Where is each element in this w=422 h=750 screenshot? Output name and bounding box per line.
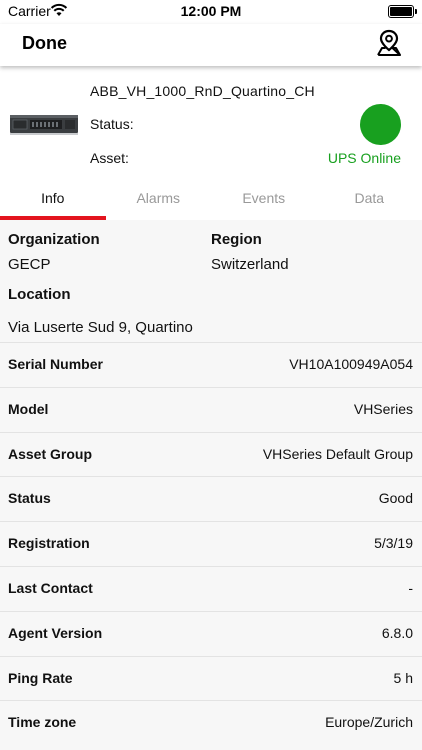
done-button[interactable]: Done xyxy=(22,33,67,54)
status-bar: Carrier 12:00 PM xyxy=(0,0,422,24)
row-value: Good xyxy=(378,490,413,507)
tab-bar: Info Alarms Events Data xyxy=(0,178,422,220)
detail-row-time-zone: Time zone Europe/Zurich xyxy=(0,700,422,745)
tab-info[interactable]: Info xyxy=(0,178,106,220)
navigation-bar: Done xyxy=(0,24,422,66)
asset-value: UPS Online xyxy=(327,150,401,166)
row-key: Time zone xyxy=(8,714,77,731)
map-pin-icon[interactable] xyxy=(376,29,402,57)
row-key: Asset Group xyxy=(8,445,93,462)
organization-value: GECP xyxy=(8,256,51,273)
row-value: VHSeries Default Group xyxy=(262,445,413,462)
details-list: Serial Number VH10A100949A054 Model VHSe… xyxy=(0,342,422,745)
location-label: Location xyxy=(8,286,71,303)
row-key: Registration xyxy=(8,535,90,552)
battery-icon xyxy=(388,5,417,18)
tab-alarms[interactable]: Alarms xyxy=(106,178,212,220)
detail-row-serial-number: Serial Number VH10A100949A054 xyxy=(0,342,422,387)
tab-label: Info xyxy=(41,190,65,206)
status-label: Status: xyxy=(90,116,134,132)
row-value: 6.8.0 xyxy=(381,624,413,641)
detail-row-status: Status Good xyxy=(0,476,422,521)
row-key: Model xyxy=(8,400,49,417)
row-value: Europe/Zurich xyxy=(325,714,413,731)
clock: 12:00 PM xyxy=(180,3,242,19)
info-panel[interactable]: Organization GECP Region Switzerland Loc… xyxy=(0,220,422,750)
region-label: Region xyxy=(211,231,262,248)
row-value: 5 h xyxy=(393,669,413,686)
asset-label: Asset: xyxy=(90,150,129,166)
detail-row-agent-version: Agent Version 6.8.0 xyxy=(0,610,422,656)
row-key: Serial Number xyxy=(8,356,103,372)
row-key: Last Contact xyxy=(8,579,93,596)
row-value: 5/3/19 xyxy=(374,535,413,552)
detail-row-model: Model VHSeries xyxy=(0,386,422,432)
device-name: ABB_VH_1000_RnD_Quartino_CH xyxy=(90,83,315,99)
tab-label: Events xyxy=(242,190,286,206)
row-key: Agent Version xyxy=(8,624,103,641)
detail-row-asset-group: Asset Group VHSeries Default Group xyxy=(0,431,422,477)
tab-label: Data xyxy=(354,190,385,206)
detail-row-registration: Registration 5/3/19 xyxy=(0,521,422,566)
status-indicator xyxy=(360,104,401,145)
tab-events[interactable]: Events xyxy=(211,178,317,220)
region-value: Switzerland xyxy=(211,256,289,273)
row-value: - xyxy=(408,579,413,596)
organization-label: Organization xyxy=(8,231,100,248)
row-key: Ping Rate xyxy=(8,669,73,686)
row-value: VH10A100949A054 xyxy=(289,356,413,372)
ups-device-image xyxy=(6,98,82,148)
device-header: ABB_VH_1000_RnD_Quartino_CH Status: Asse… xyxy=(0,66,422,178)
detail-row-last-contact: Last Contact - xyxy=(0,565,422,611)
detail-row-ping-rate: Ping Rate 5 h xyxy=(0,655,422,701)
organization-block: Organization GECP Region Switzerland Loc… xyxy=(0,220,422,342)
tab-label: Alarms xyxy=(136,190,181,206)
location-value: Via Luserte Sud 9, Quartino xyxy=(8,319,193,336)
row-value: VHSeries xyxy=(353,400,413,417)
tab-data[interactable]: Data xyxy=(317,178,422,220)
row-key: Status xyxy=(8,490,51,507)
